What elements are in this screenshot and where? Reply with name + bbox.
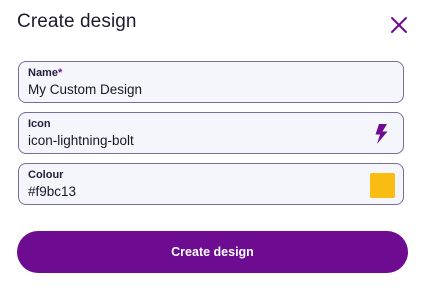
icon-input[interactable]: icon-lightning-bolt <box>28 133 134 148</box>
icon-label: Icon <box>28 118 51 130</box>
lightning-bolt-icon <box>373 123 389 145</box>
colour-field[interactable]: Colour #f9bc13 <box>18 163 404 205</box>
name-label: Name* <box>28 67 63 79</box>
icon-field[interactable]: Icon icon-lightning-bolt <box>18 112 404 154</box>
required-asterisk: * <box>57 67 63 79</box>
name-field[interactable]: Name* My Custom Design <box>18 61 404 103</box>
create-design-button[interactable]: Create design <box>17 231 408 273</box>
colour-label: Colour <box>28 169 64 181</box>
create-design-dialog: Create design Name* My Custom Design Ico… <box>0 0 425 291</box>
colour-input[interactable]: #f9bc13 <box>28 184 76 199</box>
name-input[interactable]: My Custom Design <box>28 82 142 97</box>
close-icon[interactable] <box>389 15 409 35</box>
colour-swatch[interactable] <box>370 173 395 198</box>
dialog-title: Create design <box>17 11 137 32</box>
